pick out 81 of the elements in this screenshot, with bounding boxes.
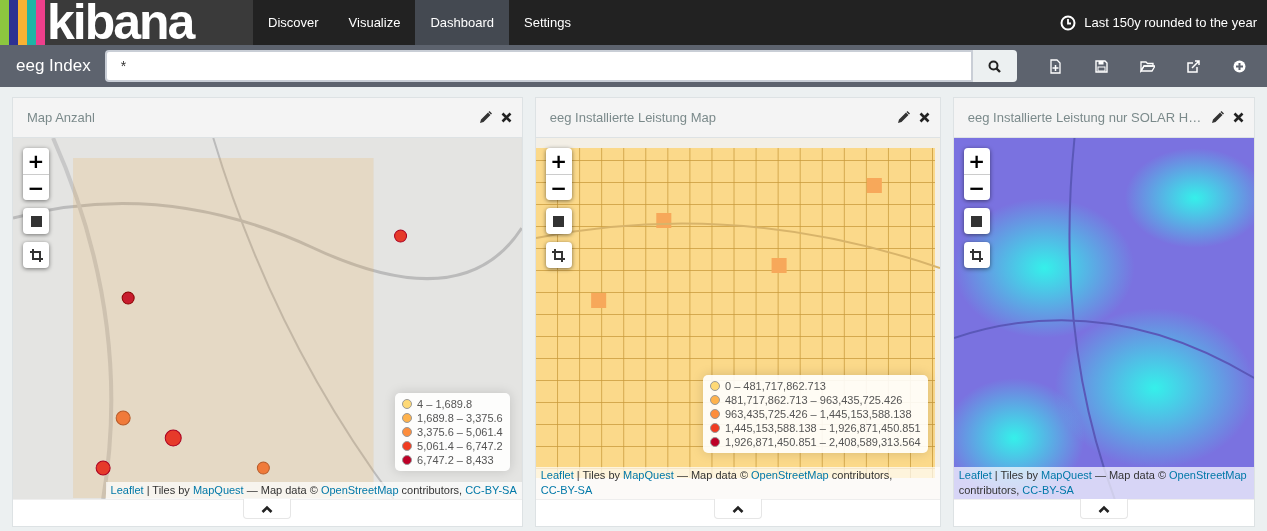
close-icon[interactable] xyxy=(1233,112,1244,123)
chevron-up-icon xyxy=(261,504,274,513)
attribution-text: contributors, xyxy=(958,484,1021,496)
attribution-text: — Map data © xyxy=(1093,469,1167,481)
crop-button[interactable] xyxy=(963,242,990,268)
zoom-in-button[interactable]: + xyxy=(545,148,572,174)
crop-icon xyxy=(970,248,984,262)
chevron-up-icon xyxy=(1097,504,1110,513)
legend-label: 5,061.4 – 6,747.2 xyxy=(417,439,503,453)
attribution-text: — Map data © xyxy=(245,484,319,496)
attribution-text: | Tiles by xyxy=(145,484,191,496)
attribution-link[interactable]: Leaflet xyxy=(958,469,992,481)
attribution-text: | Tiles by xyxy=(575,469,622,481)
crop-button[interactable] xyxy=(545,242,572,268)
attribution-link[interactable]: MapQuest xyxy=(1041,469,1092,481)
folder-icon[interactable] xyxy=(1140,58,1156,74)
nav-tab[interactable]: Dashboard xyxy=(415,0,509,45)
attribution-link[interactable]: OpenStreetMap xyxy=(1169,469,1247,481)
draw-rectangle-button[interactable] xyxy=(963,208,990,234)
zoom-in-button[interactable]: + xyxy=(963,148,990,174)
attribution-text: | Tiles by xyxy=(993,469,1040,481)
attribution-link[interactable]: MapQuest xyxy=(623,469,674,481)
legend-label: 4 – 1,689.8 xyxy=(417,397,473,411)
legend-label: 481,717,862.713 – 963,435,725.426 xyxy=(725,393,903,407)
share-icon[interactable] xyxy=(1186,58,1202,74)
attribution-link[interactable]: Leaflet xyxy=(110,484,144,496)
nav-tab[interactable]: Settings xyxy=(509,0,586,45)
new-document-icon[interactable] xyxy=(1048,58,1064,74)
draw-rectangle-button[interactable] xyxy=(23,208,49,234)
panel-title: eeg Installierte Leistung Map xyxy=(549,110,717,125)
close-icon[interactable] xyxy=(918,112,930,123)
legend-label: 3,375.6 – 5,061.4 xyxy=(417,425,503,439)
zoom-out-button[interactable]: − xyxy=(545,174,572,200)
logo-stripes-icon xyxy=(0,0,45,45)
panel-title: Map Anzahl xyxy=(27,110,96,125)
legend-label: 6,747.2 – 8,433 xyxy=(417,453,494,467)
zoom-in-button[interactable]: + xyxy=(23,148,49,174)
attribution-link[interactable]: CC-BY-SA xyxy=(465,484,517,496)
square-icon xyxy=(30,215,42,227)
attribution-link[interactable]: CC-BY-SA xyxy=(540,484,593,496)
attribution-link[interactable]: Leaflet xyxy=(540,469,574,481)
zoom-out-button[interactable]: − xyxy=(23,174,49,200)
zoom-out-button[interactable]: − xyxy=(963,174,990,200)
legend-label: 1,926,871,450.851 – 2,408,589,313.564 xyxy=(725,435,921,449)
pencil-icon[interactable] xyxy=(896,111,910,124)
clock-icon[interactable] xyxy=(1060,14,1077,31)
add-icon[interactable] xyxy=(1232,58,1248,74)
attribution-link[interactable]: CC-BY-SA xyxy=(1022,484,1074,496)
expand-button[interactable] xyxy=(243,499,292,519)
close-icon[interactable] xyxy=(500,112,512,123)
search-icon xyxy=(988,59,1002,73)
square-icon xyxy=(971,215,983,227)
pencil-icon[interactable] xyxy=(478,111,492,124)
crop-icon xyxy=(552,248,566,262)
save-icon[interactable] xyxy=(1094,58,1110,74)
time-filter[interactable]: Last 150y rounded to the year xyxy=(1084,15,1257,30)
attribution-text: — Map data © xyxy=(675,469,749,481)
legend-label: 1,689.8 – 3,375.6 xyxy=(417,411,503,425)
draw-rectangle-button[interactable] xyxy=(545,208,572,234)
attribution-link[interactable]: OpenStreetMap xyxy=(320,484,399,496)
nav-tab[interactable]: Discover xyxy=(253,0,334,45)
legend-label: 963,435,725.426 – 1,445,153,588.138 xyxy=(725,407,912,421)
expand-button[interactable] xyxy=(713,499,762,519)
attribution-text: contributors, xyxy=(400,484,464,496)
crop-button[interactable] xyxy=(23,242,49,268)
pencil-icon[interactable] xyxy=(1211,111,1224,124)
panel-title: eeg Installierte Leistung nur SOLAR H… xyxy=(967,110,1203,125)
chevron-up-icon xyxy=(731,504,744,513)
square-icon xyxy=(553,215,565,227)
legend-label: 1,445,153,588.138 – 1,926,871,450.851 xyxy=(725,421,921,435)
nav-tab[interactable]: Visualize xyxy=(333,0,416,45)
crop-icon xyxy=(29,248,43,262)
index-name: eeg Index xyxy=(15,56,92,76)
logo: kibana xyxy=(47,0,194,45)
search-button[interactable] xyxy=(972,50,1017,82)
search-field[interactable]: * xyxy=(104,50,973,82)
expand-button[interactable] xyxy=(1079,499,1128,519)
attribution-text: contributors, xyxy=(830,469,893,481)
attribution-link[interactable]: MapQuest xyxy=(192,484,244,496)
legend-label: 0 – 481,717,862.713 xyxy=(725,379,826,393)
attribution-link[interactable]: OpenStreetMap xyxy=(751,469,829,481)
